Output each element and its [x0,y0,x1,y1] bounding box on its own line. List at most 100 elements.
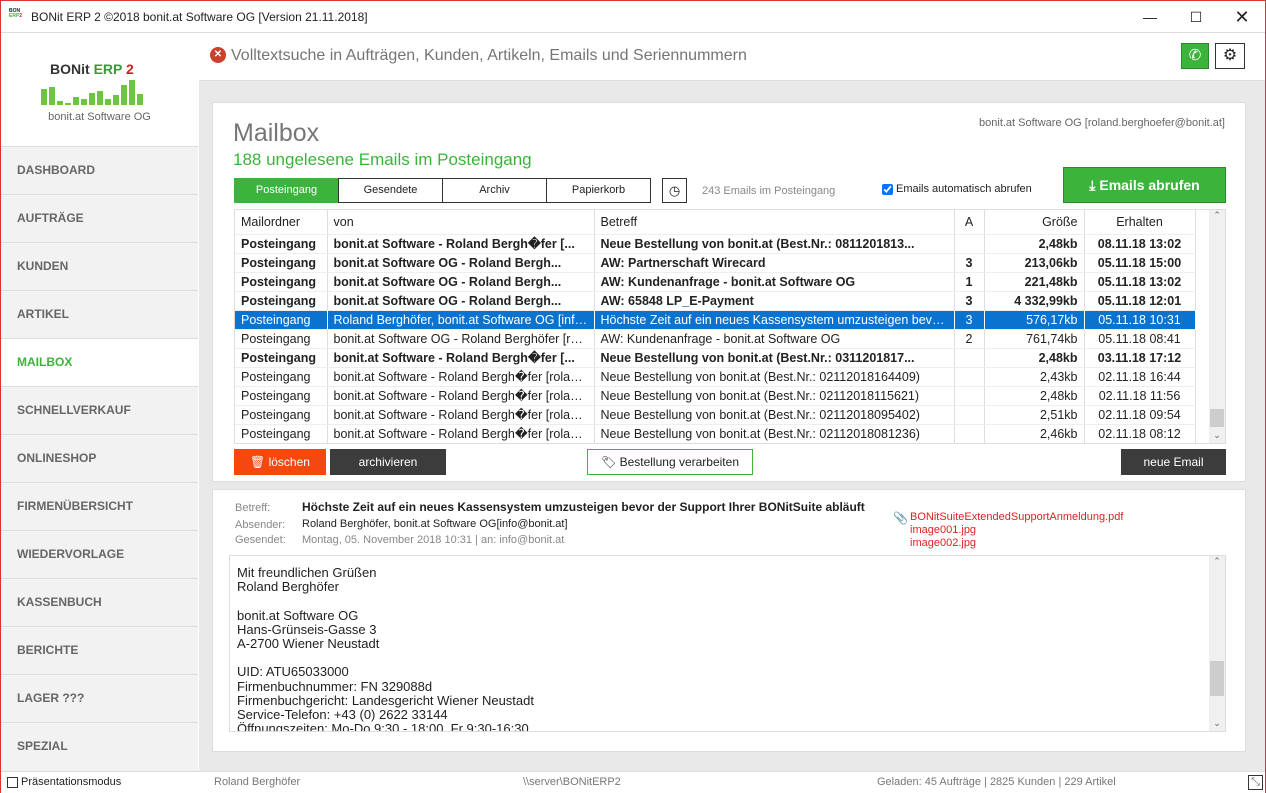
sidebar-item-dashboard[interactable]: DASHBOARD [1,146,198,194]
table-row[interactable]: Posteingang bonit.at Software - Roland Be… [235,367,1196,387]
sidebar-item-onlineshop[interactable]: ONLINESHOP [1,434,198,482]
cell-attachments [954,367,985,387]
cell-from: Roland Berghöfer, bonit.at Software OG [… [327,310,595,330]
cell-folder: Posteingang [235,424,328,443]
table-row[interactable]: Posteingang Roland Berghöfer, bonit.at So… [235,310,1196,330]
maximize-button[interactable]: ☐ [1173,1,1219,33]
tab-posteingang[interactable]: Posteingang [234,178,339,203]
minimize-button[interactable]: — [1127,1,1173,33]
cell-folder: Posteingang [235,272,328,292]
sidebar-item-spezial[interactable]: SPEZIAL [1,722,198,770]
sidebar-item-firmenuebersicht[interactable]: FIRMENÜBERSICHT [1,482,198,530]
col-groesse[interactable]: Größe [984,210,1085,235]
archive-button[interactable]: archivieren [330,449,446,475]
auto-fetch-label: Emails automatisch abrufen [896,183,1032,195]
auto-fetch-checkbox[interactable]: Emails automatisch abrufen [882,183,1032,195]
process-order-button[interactable]: 🏷 Bestellung verarbeiten [587,449,753,475]
table-row[interactable]: Posteingang bonit.at Software - Roland Be… [235,348,1196,368]
cell-attachments: 3 [954,253,985,273]
cell-size: 2,48kb [984,234,1085,254]
sidebar-item-berichte[interactable]: BERICHTE [1,626,198,674]
window-title: BONit ERP 2 ©2018 bonit.at Software OG [… [31,10,368,24]
delete-button[interactable]: 🗑 löschen [234,449,326,475]
new-email-button[interactable]: neue Email [1121,449,1226,475]
email-count: 243 Emails im Posteingang [702,185,836,197]
gear-icon: ⚙ [1222,47,1238,64]
from-label: Absender: [235,519,286,531]
presentation-mode-checkbox[interactable]: Präsentationsmodus [7,776,121,788]
sent-label: Gesendet: [235,534,286,546]
cell-from: bonit.at Software - Roland Bergh�fer [ro… [327,405,595,425]
auto-fetch-check[interactable] [882,183,893,195]
cell-subject: Neue Bestellung von bonit.at (Best.Nr.: … [594,424,955,443]
clock-icon: ◷ [668,183,681,198]
table-row[interactable]: Posteingang bonit.at Software OG - Roland… [235,253,1196,273]
status-bar: Präsentationsmodus Roland Berghöfer \\se… [1,771,1265,793]
cell-date: 05.11.18 10:31 [1084,310,1196,330]
cell-from: bonit.at Software OG - Roland Berghöfer … [327,329,595,349]
table-row[interactable]: Posteingang bonit.at Software OG - Roland… [235,329,1196,349]
history-button[interactable]: ◷ [662,178,687,203]
search-bar: ✕ ✆ ⚙ [199,33,1265,81]
sidebar-item-schnellverkauf[interactable]: SCHNELLVERKAUF [1,386,198,434]
resize-icon[interactable]: ⤡ [1248,775,1263,790]
cell-attachments: 1 [954,272,985,292]
sidebar-item-lager[interactable]: LAGER ??? [1,674,198,722]
logo-bars-icon [41,80,143,105]
tab-gesendete[interactable]: Gesendete [338,178,443,203]
cell-folder: Posteingang [235,329,328,349]
cell-size: 2,48kb [984,348,1085,368]
table-row[interactable]: Posteingang bonit.at Software - Roland Be… [235,424,1196,443]
attachment-link[interactable]: BONitSuiteExtendedSupportAnmeldung.pdf [910,511,1123,524]
sidebar-item-auftraege[interactable]: AUFTRÄGE [1,194,198,242]
cell-folder: Posteingang [235,253,328,273]
cell-from: bonit.at Software OG - Roland Bergh... [327,272,595,292]
cell-attachments: 3 [954,310,985,330]
email-detail-panel: Betreff: Höchste Zeit auf ein neues Kass… [212,489,1246,752]
cell-folder: Posteingang [235,405,328,425]
col-betreff[interactable]: Betreff [594,210,955,235]
cell-folder: Posteingang [235,234,328,254]
cell-subject: Neue Bestellung von bonit.at (Best.Nr.: … [594,234,955,254]
cell-size: 576,17kb [984,310,1085,330]
table-row[interactable]: Posteingang bonit.at Software - Roland Be… [235,405,1196,425]
attachment-link[interactable]: image001.jpg [910,524,1123,537]
settings-button[interactable]: ⚙ [1215,43,1245,69]
logo-version: 2 [126,61,134,77]
col-von[interactable]: von [327,210,595,235]
delete-label: löschen [268,455,310,469]
sidebar-item-wiedervorlage[interactable]: WIEDERVORLAGE [1,530,198,578]
tab-papierkorb[interactable]: Papierkorb [546,178,651,203]
table-row[interactable]: Posteingang bonit.at Software - Roland Be… [235,234,1196,254]
body-scrollbar[interactable]: ⌃ ⌄ [1209,556,1225,731]
table-row[interactable]: Posteingang bonit.at Software OG - Roland… [235,272,1196,292]
cell-size: 761,74kb [984,329,1085,349]
subject-label: Betreff: [235,502,271,514]
phone-button[interactable]: ✆ [1181,43,1209,69]
cell-from: bonit.at Software - Roland Bergh�fer [..… [327,348,595,368]
cell-date: 05.11.18 08:41 [1084,329,1196,349]
table-row[interactable]: Posteingang bonit.at Software - Roland Be… [235,386,1196,406]
fetch-label: Emails abrufen [1099,177,1200,193]
fetch-emails-button[interactable]: ⤓ Emails abrufen [1063,167,1226,203]
email-body[interactable]: Mit freundlichen Grüßen Roland Berghöfer… [229,555,1226,732]
col-mailordner[interactable]: Mailordner [235,210,328,235]
sidebar-item-kassenbuch[interactable]: KASSENBUCH [1,578,198,626]
cell-date: 05.11.18 12:01 [1084,291,1196,311]
clear-search-icon[interactable]: ✕ [210,47,226,63]
sidebar-item-kunden[interactable]: KUNDEN [1,242,198,290]
sidebar-item-artikel[interactable]: ARTIKEL [1,290,198,338]
close-button[interactable]: ✕ [1219,1,1265,33]
tab-archiv[interactable]: Archiv [442,178,547,203]
sidebar-item-mailbox[interactable]: MAILBOX [1,338,198,386]
col-a[interactable]: A [954,210,985,235]
cell-size: 2,48kb [984,386,1085,406]
cell-attachments: 3 [954,291,985,311]
search-input[interactable] [231,43,1131,69]
table-scrollbar[interactable]: ⌃ ⌄ [1209,210,1225,443]
cell-attachments [954,405,985,425]
attachment-link[interactable]: image002.jpg [910,537,1123,550]
download-icon: ⤓ [1089,177,1096,193]
table-row[interactable]: Posteingang bonit.at Software OG - Roland… [235,291,1196,311]
col-erhalten[interactable]: Erhalten [1084,210,1196,235]
